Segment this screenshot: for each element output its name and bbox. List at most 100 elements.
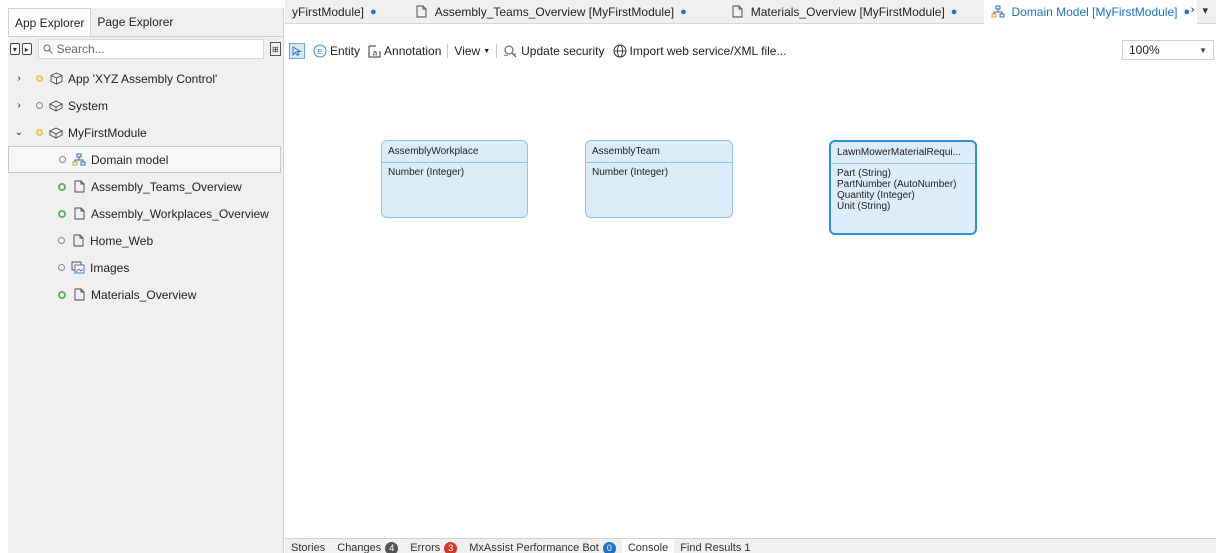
document-tab[interactable]: yFirstModule] ● <box>285 0 384 24</box>
count-badge: 3 <box>444 542 458 553</box>
select-tool[interactable] <box>285 43 309 59</box>
status-dot-icon <box>58 209 66 218</box>
bottom-tab-label: Find Results 1 <box>680 542 751 553</box>
bottom-tab[interactable]: MxAssist Performance Bot 0 <box>463 539 622 553</box>
bottom-tab[interactable]: Stories <box>285 539 331 553</box>
module-icon <box>49 126 63 140</box>
bottom-tab-label: MxAssist Performance Bot <box>469 542 599 553</box>
tree-item[interactable]: Domain model <box>8 146 281 173</box>
tree-item-label: Domain model <box>91 152 169 167</box>
page-icon <box>731 5 745 19</box>
status-dot-icon <box>59 156 66 163</box>
status-dot-icon <box>36 75 43 82</box>
tree-item-label: Assembly_Workplaces_Overview <box>91 206 269 221</box>
document-tab-label: Domain Model [MyFirstModule] <box>1011 4 1178 19</box>
chevron-right-icon[interactable]: › <box>12 100 26 111</box>
entity-attribute[interactable]: Part (String) <box>837 168 969 179</box>
tree-item-label: MyFirstModule <box>68 125 147 140</box>
tree-item[interactable]: Images <box>8 254 283 281</box>
bottom-tab[interactable]: Errors 3 <box>404 539 463 553</box>
modified-indicator: ● <box>370 5 377 18</box>
status-dot-icon <box>36 102 43 109</box>
zoom-select[interactable]: 100% ▼ <box>1122 40 1214 60</box>
entity-box[interactable]: LawnMowerMaterialRequi... Part (String) Pa… <box>829 140 977 235</box>
explorer-tabs: App Explorer Page Explorer <box>8 8 283 37</box>
entity-attribute[interactable]: Number (Integer) <box>388 167 521 178</box>
count-badge: 0 <box>602 542 616 553</box>
view-menu[interactable]: View ▼ <box>450 44 494 58</box>
scroll-tabs-right-icon[interactable]: › <box>1191 4 1195 17</box>
document-tab[interactable]: Assembly_Teams_Overview [MyFirstModule] ● <box>408 0 694 24</box>
entity-name: AssemblyTeam <box>586 141 732 163</box>
document-tabs: yFirstModule] ● Assembly_Teams_Overview [M… <box>285 0 1216 24</box>
status-dot-icon <box>58 237 65 244</box>
entity-label: Entity <box>330 44 361 58</box>
chevron-right-icon[interactable]: › <box>12 73 26 84</box>
entity-attribute[interactable]: Quantity (Integer) <box>837 190 969 201</box>
import-label: Import web service/XML file... <box>629 44 787 58</box>
bottom-tab-label: Changes <box>337 542 382 553</box>
tab-page-explorer[interactable]: Page Explorer <box>91 8 179 36</box>
tab-list-icon[interactable]: ▾ <box>1202 4 1208 17</box>
svg-text:E: E <box>318 49 323 56</box>
toolbar-separator <box>496 44 498 58</box>
chevron-down-icon[interactable]: ⌄ <box>12 127 26 138</box>
entity-attributes: Number (Integer) <box>382 163 527 182</box>
tree-item-label: Images <box>90 260 130 275</box>
entity-attribute[interactable]: PartNumber (AutoNumber) <box>837 179 969 190</box>
entity-attribute[interactable]: Unit (String) <box>837 201 969 212</box>
domain-model-icon <box>72 153 86 167</box>
document-tab-label: Assembly_Teams_Overview [MyFirstModule] <box>434 4 675 19</box>
status-dot-icon <box>58 290 66 299</box>
entity-name: AssemblyWorkplace <box>382 141 527 163</box>
security-icon <box>503 45 517 57</box>
project-tree: › App 'XYZ Assembly Control' › System ⌄ MyFir… <box>8 61 283 308</box>
tree-item-label: Materials_Overview <box>91 287 197 302</box>
update-security-label: Update security <box>521 44 605 58</box>
tree-item[interactable]: Materials_Overview <box>8 281 283 308</box>
globe-icon <box>613 44 627 58</box>
bottom-tab-label: Stories <box>291 542 326 553</box>
bottom-tab-label: Errors <box>410 542 441 553</box>
bottom-tab[interactable]: Console <box>621 539 675 553</box>
add-entity-button[interactable]: E Entity <box>309 44 364 58</box>
document-tab[interactable]: Materials_Overview [MyFirstModule] ● <box>724 0 965 24</box>
tree-item[interactable]: › App 'XYZ Assembly Control' <box>8 65 283 92</box>
entity-attributes: Number (Integer) <box>586 163 732 182</box>
document-tab[interactable]: Domain Model [MyFirstModule] ● <box>984 0 1198 24</box>
annotation-icon: a <box>368 45 381 57</box>
tab-navigation: › ▾ <box>1191 4 1208 17</box>
search-field[interactable] <box>37 39 264 59</box>
status-dot-icon <box>36 129 43 136</box>
tree-item-label: Home_Web <box>90 233 154 248</box>
filter-icon[interactable]: ⊞ <box>269 42 281 56</box>
add-annotation-button[interactable]: a Annotation <box>364 44 445 58</box>
page-icon <box>71 234 85 248</box>
tree-item-label: App 'XYZ Assembly Control' <box>68 71 218 86</box>
import-web-service-button[interactable]: Import web service/XML file... <box>609 44 791 58</box>
tree-item[interactable]: Home_Web <box>8 227 283 254</box>
status-dot-icon <box>58 264 65 271</box>
domain-model-toolbar: E Entity a Annotation View ▼ Update secu… <box>285 40 1216 62</box>
page-icon <box>72 180 86 194</box>
update-security-button[interactable]: Update security <box>499 44 608 59</box>
entity-box[interactable]: AssemblyTeam Number (Integer) <box>585 140 733 218</box>
bottom-tab[interactable]: Changes 4 <box>331 539 404 553</box>
domain-model-canvas[interactable]: AssemblyWorkplace Number (Integer) Assembl… <box>285 64 1216 538</box>
entity-attribute[interactable]: Number (Integer) <box>592 167 726 178</box>
expand-all-icon[interactable]: ▸ <box>21 43 32 55</box>
tree-item[interactable]: ⌄ MyFirstModule <box>8 119 283 146</box>
search-input[interactable] <box>56 42 247 56</box>
tab-app-explorer[interactable]: App Explorer <box>8 8 92 36</box>
tree-item[interactable]: Assembly_Workplaces_Overview <box>8 200 283 227</box>
bottom-tab[interactable]: Find Results 1 <box>674 539 756 553</box>
explorer-toolbar: ▾ ▸ ⊞ <box>8 37 283 61</box>
tree-item-label: Assembly_Teams_Overview <box>91 179 242 194</box>
dropdown-arrow-icon: ▼ <box>483 47 491 55</box>
collapse-all-icon[interactable]: ▾ <box>10 43 20 55</box>
tree-item[interactable]: Assembly_Teams_Overview <box>8 173 283 200</box>
document-tab-label: Materials_Overview [MyFirstModule] <box>750 4 945 19</box>
entity-box[interactable]: AssemblyWorkplace Number (Integer) <box>381 140 528 218</box>
module-icon <box>49 99 63 113</box>
tree-item[interactable]: › System <box>8 92 283 119</box>
